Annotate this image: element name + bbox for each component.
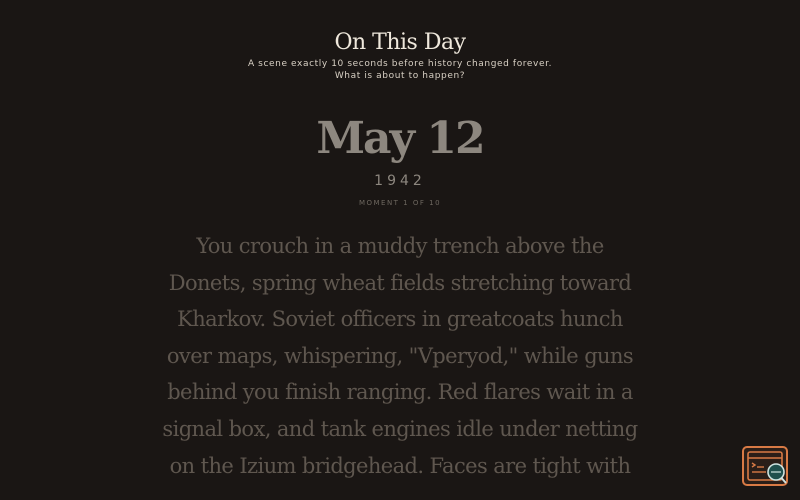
subtitle-line-2: What is about to happen? [334, 71, 466, 81]
moment-counter: MOMENT 1 OF 10 [358, 199, 442, 207]
terminal-search-icon [747, 451, 787, 484]
terminal-search-button[interactable] [742, 446, 788, 486]
story-text: You crouch in a muddy trench above the D… [162, 234, 638, 478]
page-header: On This Day A scene exactly 10 seconds b… [0, 28, 800, 82]
year-label: 1942 [374, 173, 426, 189]
subtitle-line-1: A scene exactly 10 seconds before histor… [247, 59, 553, 69]
page-title: On This Day [334, 30, 466, 55]
date-block: May 12 1942 MOMENT 1 OF 10 [0, 112, 800, 208]
date-heading: May 12 [316, 113, 485, 164]
